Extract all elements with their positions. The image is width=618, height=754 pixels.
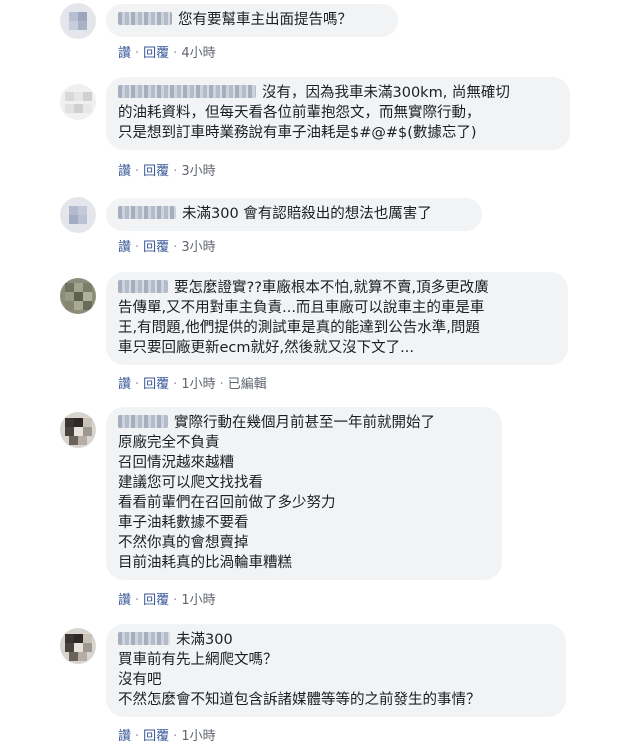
separator: · bbox=[173, 46, 178, 61]
like-link[interactable]: 讚 bbox=[118, 240, 131, 255]
comment-text-line: 看看前輩們在召回前做了多少努力 bbox=[118, 495, 336, 511]
separator: · bbox=[219, 377, 224, 392]
comment-text-line: 沒有吧 bbox=[118, 672, 162, 688]
comment-text-line: 實際行動在幾個月前甚至一年前就開始了 bbox=[174, 415, 435, 431]
comment-text-line: 不然你真的會想賣掉 bbox=[118, 535, 249, 551]
comment-text-line: 買車前有先上網爬文嗎？ bbox=[118, 652, 278, 668]
separator: · bbox=[135, 240, 140, 255]
timestamp[interactable]: 1小時 bbox=[181, 729, 215, 744]
comment-bubble: 您有要幫車主出面提告嗎？ bbox=[106, 4, 398, 37]
avatar[interactable] bbox=[60, 628, 96, 664]
timestamp[interactable]: 1小時 bbox=[181, 377, 215, 392]
comment-text-line: 王,有問題,他們提供的測試車是真的能達到公告水準,問題 bbox=[118, 320, 480, 336]
like-link[interactable]: 讚 bbox=[118, 164, 131, 179]
avatar[interactable] bbox=[60, 84, 96, 120]
comment-text-line: 原廠完全不負責 bbox=[118, 435, 220, 451]
comment-text-line: 車只要回廠更新ecm就好,然後就又沒下文了... bbox=[118, 340, 414, 356]
reply-link[interactable]: 回覆 bbox=[143, 593, 169, 608]
comment-text-line: 告傳單,又不用對車主負責...而且車廠可以說車主的車是車 bbox=[118, 300, 485, 316]
comment-text-line: 的油耗資料，但每天看各位前輩抱怨文，而無實際行動， bbox=[118, 105, 481, 121]
like-link[interactable]: 讚 bbox=[118, 377, 131, 392]
timestamp[interactable]: 3小時 bbox=[181, 164, 215, 179]
comment-text-line: 目前油耗真的比渦輪車糟糕 bbox=[118, 555, 292, 571]
like-link[interactable]: 讚 bbox=[118, 729, 131, 744]
comment-thread: 您有要幫車主出面提告嗎？ 讚 · 回覆 · 4小時 沒有，因為我車未滿300km, 尚無… bbox=[0, 0, 618, 754]
author-name-blurred[interactable] bbox=[118, 280, 168, 293]
reply-link[interactable]: 回覆 bbox=[143, 240, 169, 255]
comment-text-line: 您有要幫車主出面提告嗎？ bbox=[178, 12, 352, 28]
separator: · bbox=[135, 729, 140, 744]
avatar[interactable] bbox=[60, 278, 96, 314]
comment-actions: 讚 · 回覆 · 4小時 bbox=[118, 42, 216, 61]
comment-text-line: 召回情況越來越糟 bbox=[118, 455, 234, 471]
avatar[interactable] bbox=[60, 3, 96, 39]
timestamp[interactable]: 3小時 bbox=[181, 240, 215, 255]
comment-actions: 讚 · 回覆 · 1小時 bbox=[118, 589, 216, 608]
like-link[interactable]: 讚 bbox=[118, 593, 131, 608]
author-name-blurred[interactable] bbox=[118, 12, 172, 25]
comment-actions: 讚 · 回覆 · 3小時 bbox=[118, 160, 216, 179]
comment-text-line: 未滿300 會有認賠殺出的想法也厲害了 bbox=[182, 206, 432, 222]
comment-actions: 讚 · 回覆 · 1小時 bbox=[118, 725, 216, 744]
comment-text-line: 只是想到訂車時業務說有車子油耗是$#@#$(數據忘了) bbox=[118, 125, 477, 141]
comment-text-line: 不然怎麼會不知道包含訴諸媒體等等的之前發生的事情？ bbox=[118, 692, 481, 708]
comment-bubble: 未滿300 買車前有先上網爬文嗎？ 沒有吧 不然怎麼會不知道包含訴諸媒體等等的之… bbox=[106, 624, 566, 717]
comment-text-line: 未滿300 bbox=[176, 632, 233, 648]
reply-link[interactable]: 回覆 bbox=[143, 377, 169, 392]
author-name-blurred[interactable] bbox=[118, 632, 170, 645]
separator: · bbox=[135, 377, 140, 392]
separator: · bbox=[135, 593, 140, 608]
timestamp[interactable]: 4小時 bbox=[181, 46, 215, 61]
avatar[interactable] bbox=[60, 412, 96, 448]
comment-bubble: 未滿300 會有認賠殺出的想法也厲害了 bbox=[106, 198, 482, 231]
comment-text-line: 建議您可以爬文找找看 bbox=[118, 475, 263, 491]
reply-link[interactable]: 回覆 bbox=[143, 164, 169, 179]
reply-link[interactable]: 回覆 bbox=[143, 729, 169, 744]
reply-link[interactable]: 回覆 bbox=[143, 46, 169, 61]
comment-text-line: 車子油耗數據不要看 bbox=[118, 515, 249, 531]
separator: · bbox=[173, 593, 178, 608]
comment-actions: 讚 · 回覆 · 3小時 bbox=[118, 236, 216, 255]
separator: · bbox=[173, 164, 178, 179]
like-link[interactable]: 讚 bbox=[118, 46, 131, 61]
timestamp[interactable]: 1小時 bbox=[181, 593, 215, 608]
separator: · bbox=[173, 240, 178, 255]
avatar[interactable] bbox=[60, 197, 96, 233]
author-name-blurred[interactable] bbox=[118, 415, 168, 428]
comment-actions: 讚 · 回覆 · 1小時 · 已編輯 bbox=[118, 373, 267, 392]
separator: · bbox=[135, 164, 140, 179]
edited-label[interactable]: 已編輯 bbox=[228, 377, 267, 392]
separator: · bbox=[135, 46, 140, 61]
author-name-blurred[interactable] bbox=[118, 85, 256, 98]
comment-text-line: 沒有，因為我車未滿300km, 尚無確切 bbox=[262, 85, 510, 101]
comment-bubble: 要怎麼證實??車廠根本不怕,就算不賣,頂多更改廣 告傳單,又不用對車主負責...… bbox=[106, 272, 568, 365]
separator: · bbox=[173, 729, 178, 744]
comment-bubble: 沒有，因為我車未滿300km, 尚無確切 的油耗資料，但每天看各位前輩抱怨文，而… bbox=[106, 77, 570, 150]
separator: · bbox=[173, 377, 178, 392]
comment-bubble: 實際行動在幾個月前甚至一年前就開始了 原廠完全不負責 召回情況越來越糟 建議您可… bbox=[106, 407, 502, 580]
author-name-blurred[interactable] bbox=[118, 206, 176, 219]
comment-text-line: 要怎麼證實??車廠根本不怕,就算不賣,頂多更改廣 bbox=[174, 280, 489, 296]
